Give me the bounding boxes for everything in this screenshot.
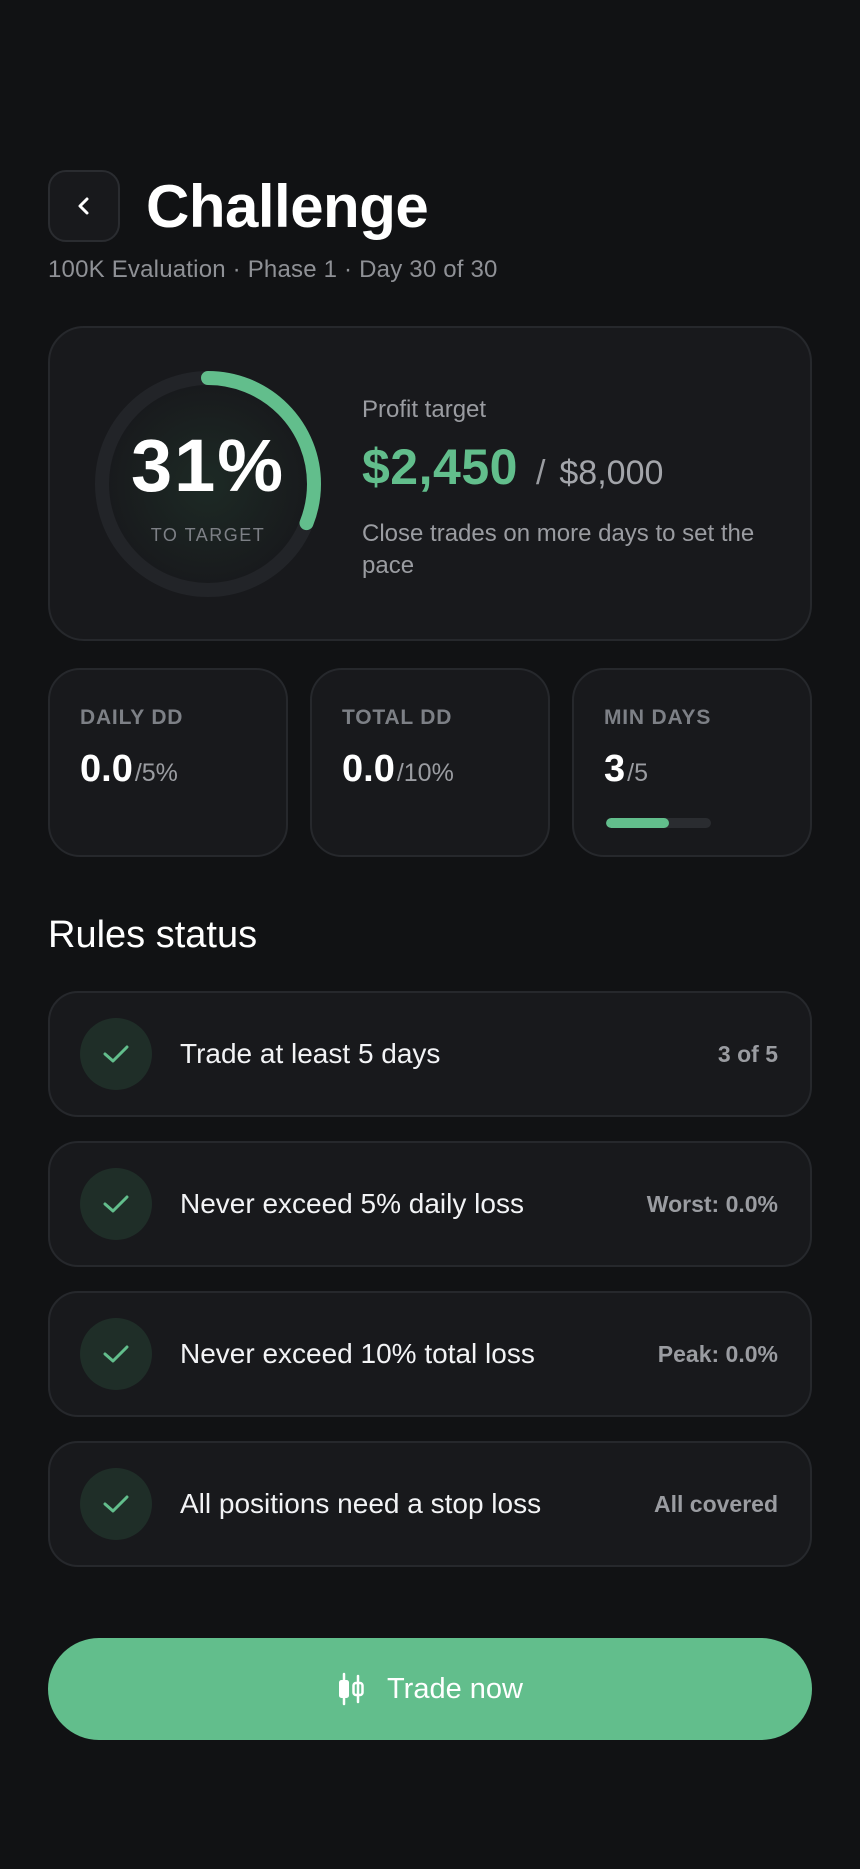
rule-status: All covered — [654, 1490, 778, 1517]
profit-info: Profit target $2,450 / $8,000 Close trad… — [362, 396, 782, 582]
check-icon — [80, 1318, 152, 1390]
chevron-left-icon — [78, 197, 89, 215]
stat-label: DAILY DD — [80, 706, 184, 729]
rule-item[interactable]: Trade at least 5 days 3 of 5 — [48, 991, 812, 1117]
page-title: Challenge — [146, 172, 429, 240]
check-icon — [80, 1168, 152, 1240]
stat-value: 3 — [604, 748, 626, 790]
candlestick-icon — [339, 1672, 364, 1706]
stat-daily-dd: DAILY DD 0.0 /5% — [48, 668, 288, 857]
profit-current: $2,450 — [362, 439, 518, 495]
back-button[interactable] — [48, 170, 120, 242]
challenge-screen: Challenge 100K Evaluation · Phase 1 · Da… — [0, 0, 860, 1869]
trade-now-button[interactable]: Trade now — [48, 1638, 812, 1740]
stat-label: TOTAL DD — [342, 706, 453, 729]
stat-limit: /5 — [627, 759, 648, 787]
min-days-progress-fill — [606, 818, 669, 828]
check-icon — [80, 1468, 152, 1540]
rule-text: Trade at least 5 days — [180, 1038, 441, 1069]
rule-item[interactable]: Never exceed 5% daily loss Worst: 0.0% — [48, 1141, 812, 1267]
min-days-progress-bar — [606, 818, 711, 828]
progress-caption: TO TARGET — [150, 524, 266, 545]
rule-text: Never exceed 5% daily loss — [180, 1188, 524, 1219]
stat-total-dd: TOTAL DD 0.0 /10% — [310, 668, 550, 857]
stat-min-days: MIN DAYS 3 /5 — [572, 668, 812, 857]
stat-limit: /10% — [396, 759, 454, 787]
rule-item[interactable]: All positions need a stop loss All cover… — [48, 1441, 812, 1567]
profit-target-card: 31% TO TARGET Profit target $2,450 / $8,… — [48, 326, 812, 641]
header: Challenge — [48, 170, 429, 242]
rule-status: 3 of 5 — [717, 1040, 778, 1067]
progress-percent: 31% — [130, 423, 286, 507]
profit-hint: Close trades on more days to set the pac… — [362, 520, 755, 579]
page-subtitle: 100K Evaluation · Phase 1 · Day 30 of 30 — [48, 256, 498, 283]
progress-ring: 31% TO TARGET — [90, 366, 326, 602]
rules-section-title: Rules status — [48, 914, 258, 956]
check-icon — [80, 1018, 152, 1090]
rule-text: Never exceed 10% total loss — [180, 1338, 535, 1369]
stat-value: 0.0 — [342, 748, 395, 790]
stat-label: MIN DAYS — [604, 706, 712, 729]
profit-target-value: $8,000 — [559, 454, 664, 492]
rule-item[interactable]: Never exceed 10% total loss Peak: 0.0% — [48, 1291, 812, 1417]
profit-separator: / — [535, 454, 546, 492]
stat-limit: /5% — [134, 759, 178, 787]
stat-value: 0.0 — [80, 748, 133, 790]
profit-amounts: $2,450 / $8,000 — [362, 438, 782, 496]
trade-now-label: Trade now — [387, 1672, 523, 1705]
rule-text: All positions need a stop loss — [180, 1488, 542, 1519]
profit-label: Profit target — [362, 396, 487, 423]
rule-status: Peak: 0.0% — [657, 1340, 778, 1367]
rule-status: Worst: 0.0% — [646, 1190, 778, 1217]
